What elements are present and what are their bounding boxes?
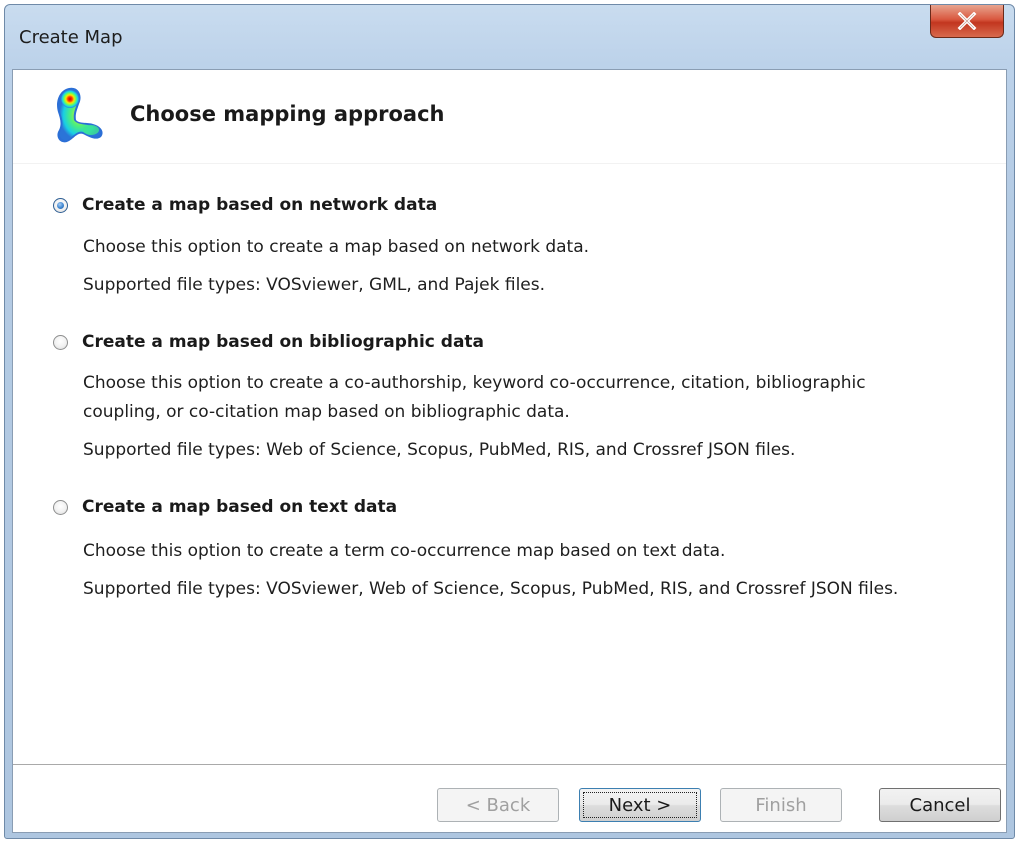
option-file-types: Supported file types: VOSviewer, GML, an…: [83, 275, 546, 295]
option-description: coupling, or co-citation map based on bi…: [83, 402, 570, 422]
back-button[interactable]: < Back: [437, 788, 559, 822]
window-title: Create Map: [19, 27, 123, 48]
finish-button[interactable]: Finish: [720, 788, 842, 822]
header-divider: [13, 163, 1006, 164]
next-button[interactable]: Next >: [579, 788, 701, 822]
option-file-types: Supported file types: Web of Science, Sc…: [83, 440, 796, 460]
option-description: Choose this option to create a map based…: [83, 237, 590, 257]
option-label-bibliographic-data[interactable]: Create a map based on bibliographic data: [82, 332, 484, 352]
option-label-text-data[interactable]: Create a map based on text data: [82, 497, 397, 517]
option-description: Choose this option to create a co-author…: [83, 373, 866, 393]
next-button-label: Next >: [608, 794, 672, 816]
wizard-header: Choose mapping approach: [13, 70, 1006, 164]
page-title: Choose mapping approach: [130, 102, 445, 126]
footer-divider-highlight: [13, 765, 1006, 766]
close-button[interactable]: [930, 5, 1004, 38]
option-description: Choose this option to create a term co-o…: [83, 541, 726, 561]
radio-selected-dot: [57, 202, 64, 209]
option-label-network-data[interactable]: Create a map based on network data: [82, 195, 437, 215]
wizard-content: Choose mapping approach Create a map bas…: [12, 69, 1007, 833]
radio-bibliographic-data[interactable]: [53, 335, 68, 350]
cancel-button[interactable]: Cancel: [879, 788, 1001, 822]
radio-text-data[interactable]: [53, 500, 68, 515]
vosviewer-density-logo-icon: [57, 87, 103, 143]
option-file-types: Supported file types: VOSviewer, Web of …: [83, 579, 899, 599]
cancel-button-label: Cancel: [909, 794, 971, 816]
title-bar[interactable]: Create Map: [5, 5, 1014, 69]
back-button-label: < Back: [465, 794, 531, 816]
close-icon: [957, 12, 977, 30]
create-map-dialog: Create Map Choose mapping approach Creat…: [4, 4, 1015, 839]
radio-network-data[interactable]: [53, 198, 68, 213]
finish-button-label: Finish: [755, 794, 807, 816]
